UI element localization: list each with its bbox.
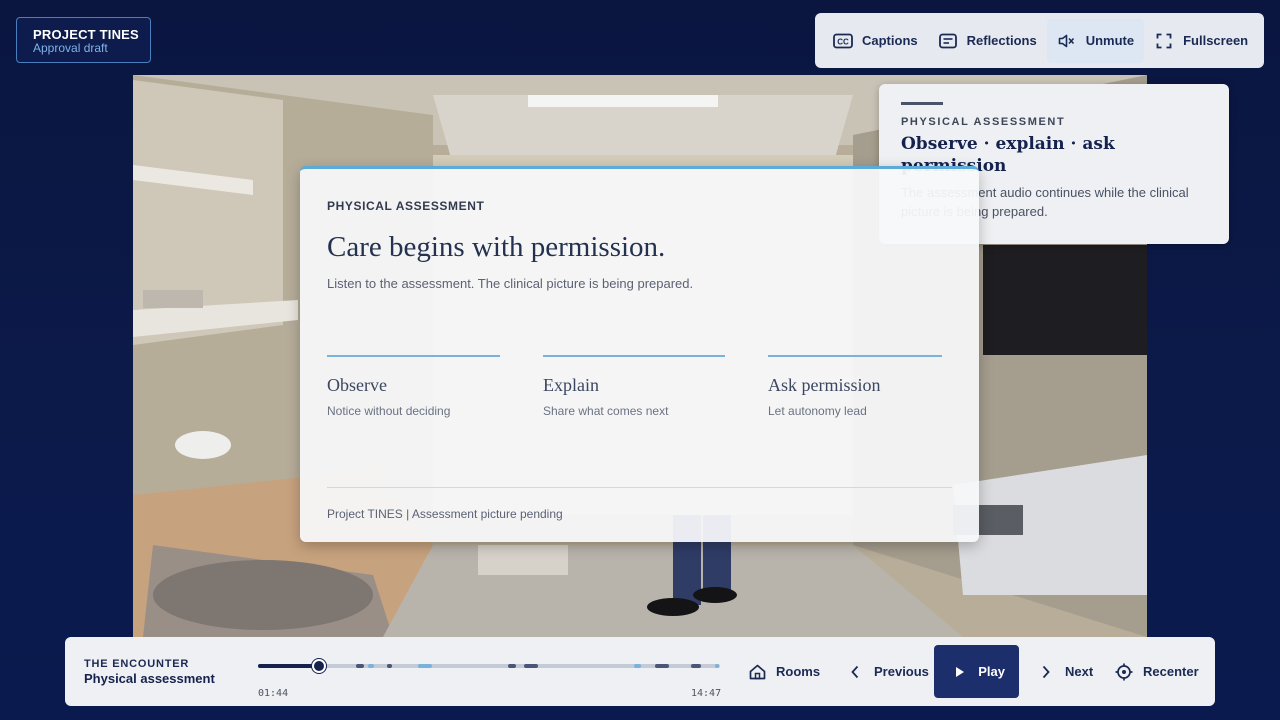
pillar-divider	[768, 355, 942, 357]
fullscreen-button[interactable]: Fullscreen	[1144, 19, 1258, 63]
card-footer-divider	[327, 487, 952, 488]
pillar-explain: Explain Share what comes next	[543, 355, 725, 418]
timeline-marker	[524, 664, 538, 668]
chevron-left-icon	[846, 663, 864, 681]
info-card-kicker: PHYSICAL ASSESSMENT	[901, 116, 1066, 128]
timeline-marker	[691, 664, 701, 668]
timeline-handle[interactable]	[311, 659, 326, 673]
card-kicker: PHYSICAL ASSESSMENT	[327, 199, 485, 213]
card-footer: Project TINES | Assessment picture pendi…	[327, 507, 563, 521]
timeline-marker	[418, 664, 432, 668]
reflections-label: Reflections	[966, 33, 1037, 48]
player-bar: THE ENCOUNTER Physical assessment 01:44 …	[65, 637, 1215, 706]
fullscreen-label: Fullscreen	[1183, 33, 1249, 48]
pillar-name: Explain	[543, 375, 599, 395]
chapter-name: Physical assessment	[84, 671, 215, 686]
pillar-name: Ask permission	[768, 375, 881, 395]
chevron-right-icon	[1037, 663, 1055, 681]
pillar-name: Observe	[327, 375, 387, 395]
timeline-scrubber[interactable]	[258, 659, 720, 673]
card-subtitle: Listen to the assessment. The clinical p…	[327, 276, 694, 291]
captions-icon: CC	[833, 31, 853, 51]
pillar-desc: Notice without deciding	[327, 404, 451, 418]
rooms-label: Rooms	[776, 664, 821, 679]
timeline-marker	[715, 664, 719, 668]
notes-icon	[938, 31, 958, 51]
assessment-card: PHYSICAL ASSESSMENT Care begins with per…	[300, 166, 979, 542]
project-name: PROJECT TINES	[33, 27, 139, 42]
next-button[interactable]: Next	[1037, 645, 1093, 698]
pillar-observe: Observe Notice without deciding	[327, 355, 500, 418]
home-icon	[748, 663, 766, 681]
project-status: Approval draft	[33, 41, 108, 55]
total-time: 14:47	[691, 688, 722, 699]
previous-button[interactable]: Previous	[846, 645, 929, 698]
current-time: 01:44	[258, 688, 289, 699]
recenter-label: Recenter	[1143, 664, 1199, 679]
timeline-marker	[387, 664, 392, 668]
pillar-divider	[327, 355, 500, 357]
pillar-desc: Let autonomy lead	[768, 404, 867, 418]
play-label: Play	[978, 664, 1005, 679]
timeline-marker	[356, 664, 364, 668]
captions-button[interactable]: CC Captions	[823, 19, 928, 63]
next-label: Next	[1065, 664, 1094, 679]
timeline-progress	[258, 664, 319, 668]
chapter-kicker: THE ENCOUNTER	[84, 658, 190, 670]
muted-speaker-icon	[1057, 31, 1077, 51]
pillar-ask-permission: Ask permission Let autonomy lead	[768, 355, 942, 418]
rooms-button[interactable]: Rooms	[748, 645, 820, 698]
play-button[interactable]: Play	[934, 645, 1019, 698]
pillar-divider	[543, 355, 725, 357]
svg-text:CC: CC	[837, 37, 849, 46]
timeline-marker	[508, 664, 516, 668]
top-toolbar: CC Captions Reflections Unmute Fullscree…	[815, 13, 1264, 68]
previous-label: Previous	[874, 664, 929, 679]
unmute-label: Unmute	[1085, 33, 1135, 48]
card-title: Care begins with permission.	[327, 231, 666, 263]
crosshair-icon	[1115, 663, 1133, 681]
timeline-marker	[634, 664, 641, 668]
unmute-button[interactable]: Unmute	[1046, 18, 1145, 63]
reflections-button[interactable]: Reflections	[928, 19, 1047, 63]
recenter-button[interactable]: Recenter	[1115, 645, 1199, 698]
timeline-marker	[368, 664, 374, 668]
pillar-desc: Share what comes next	[543, 404, 669, 418]
project-badge: PROJECT TINES Approval draft	[16, 17, 151, 63]
captions-label: Captions	[862, 33, 918, 48]
fullscreen-icon	[1154, 31, 1174, 51]
info-card-accent-bar	[901, 102, 943, 105]
timeline-marker	[655, 664, 669, 668]
play-icon	[952, 663, 968, 681]
